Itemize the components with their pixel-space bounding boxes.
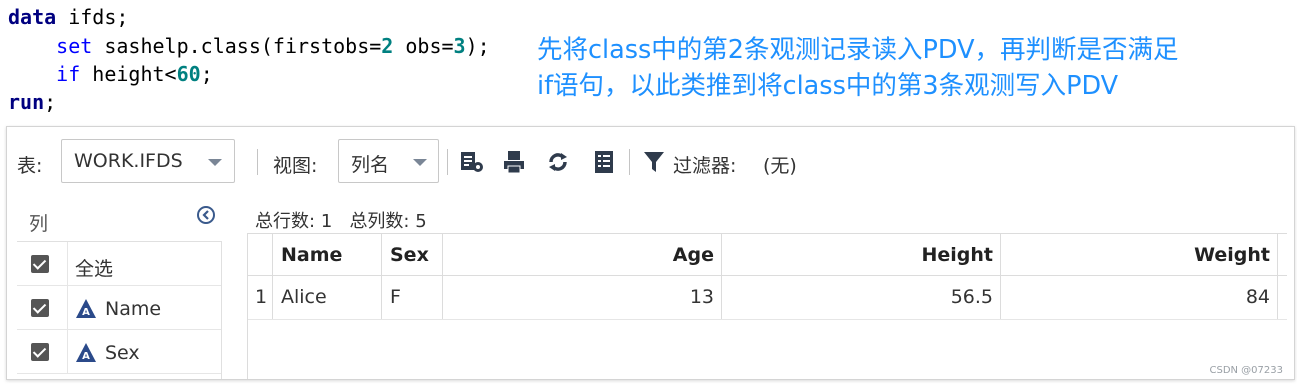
cell-value: 84 bbox=[1245, 286, 1270, 308]
column-list: 全选 A Name A Sex bbox=[17, 241, 222, 374]
filter-icon[interactable] bbox=[643, 149, 665, 175]
table-label: 表: bbox=[17, 155, 43, 177]
column-checkbox[interactable] bbox=[31, 343, 49, 361]
code-text: ; bbox=[200, 62, 213, 86]
cell-value: 13 bbox=[689, 286, 714, 308]
columns-panel-title: 列 bbox=[29, 213, 49, 235]
code-line-2: set sashelp.class(firstobs=2 obs=3); bbox=[8, 34, 490, 58]
row-count: 1 bbox=[320, 211, 333, 232]
row-count-label: 总行数: bbox=[255, 211, 316, 232]
view-label: 视图: bbox=[273, 155, 318, 177]
annotation-line-1: 先将class中的第2条观测记录读入PDV，再判断是否满足 bbox=[537, 35, 1179, 65]
header-label: Sex bbox=[390, 244, 429, 266]
column-item-sex[interactable]: A Sex bbox=[17, 330, 222, 374]
column-header-sex[interactable]: Sex bbox=[382, 234, 443, 275]
header-label: Height bbox=[921, 244, 993, 266]
column-count-label: 总列数: bbox=[349, 211, 410, 232]
cell-height[interactable]: 56.5 bbox=[722, 276, 1001, 319]
column-count: 5 bbox=[415, 211, 427, 232]
refresh-icon[interactable] bbox=[545, 149, 571, 175]
filter-label: 过滤器: bbox=[673, 155, 737, 177]
code-text: obs= bbox=[393, 34, 454, 58]
cell-weight[interactable]: 84 bbox=[1001, 276, 1278, 319]
columns-icon[interactable] bbox=[591, 149, 617, 175]
column-header-age[interactable]: Age bbox=[443, 234, 722, 275]
svg-text:A: A bbox=[82, 351, 90, 362]
filter-value: (无) bbox=[763, 155, 797, 177]
print-icon[interactable] bbox=[501, 149, 527, 175]
code-keyword: set bbox=[56, 34, 93, 58]
code-line-3: if height<60; bbox=[8, 62, 213, 86]
collapse-panel-icon[interactable] bbox=[196, 205, 216, 225]
row-index-value: 1 bbox=[255, 286, 268, 308]
data-grid: Name Sex Age Height Weight 1 Alice F 13 … bbox=[247, 233, 1287, 379]
cell-sex[interactable]: F bbox=[382, 276, 443, 319]
code-number: 60 bbox=[176, 62, 201, 86]
select-all-row[interactable]: 全选 bbox=[17, 242, 222, 286]
column-header-weight[interactable]: Weight bbox=[1001, 234, 1278, 275]
column-label: Sex bbox=[105, 342, 140, 364]
code-line-1: data ifds; bbox=[8, 5, 128, 29]
cell-value: Alice bbox=[281, 286, 327, 308]
code-text: ifds; bbox=[56, 5, 129, 29]
cell-value: 56.5 bbox=[950, 286, 993, 308]
column-header-height[interactable]: Height bbox=[722, 234, 1001, 275]
cell-value: F bbox=[390, 286, 401, 308]
code-text: height< bbox=[80, 62, 177, 86]
table-viewer: 表: WORK.IFDS 视图: 列名 过滤器: (无) 列 全选 A Name… bbox=[6, 126, 1295, 380]
table-select-value: WORK.IFDS bbox=[74, 150, 183, 172]
properties-icon[interactable] bbox=[459, 149, 485, 175]
chevron-down-icon bbox=[208, 159, 222, 166]
code-keyword: if bbox=[56, 62, 81, 86]
character-column-icon: A bbox=[76, 343, 96, 362]
chevron-down-icon bbox=[413, 159, 427, 166]
toolbar-divider bbox=[257, 149, 258, 175]
code-text: ); bbox=[465, 34, 490, 58]
toolbar-divider bbox=[447, 149, 448, 175]
columns-panel-border bbox=[221, 241, 222, 379]
column-divider bbox=[67, 330, 68, 373]
table-select[interactable]: WORK.IFDS bbox=[61, 139, 235, 183]
header-label: Age bbox=[672, 244, 714, 266]
annotation-note: 先将class中的第2条观测记录读入PDV，再判断是否满足 if语句，以此类推到… bbox=[537, 32, 1297, 104]
row-index: 1 bbox=[248, 276, 273, 319]
watermark: CSDN @07233 bbox=[1209, 365, 1283, 376]
viewer-toolbar: 表: WORK.IFDS 视图: 列名 过滤器: (无) bbox=[7, 127, 1294, 193]
code-number: 2 bbox=[381, 34, 394, 58]
column-divider bbox=[67, 242, 68, 285]
column-label: Name bbox=[105, 298, 162, 320]
code-editor[interactable]: data ifds; set sashelp.class(firstobs=2 … bbox=[0, 0, 540, 120]
column-header-name[interactable]: Name bbox=[273, 234, 382, 275]
toolbar-divider bbox=[629, 149, 630, 175]
code-keyword: data bbox=[8, 5, 57, 29]
code-number: 3 bbox=[453, 34, 466, 58]
code-line-4: run; bbox=[8, 90, 56, 114]
column-checkbox[interactable] bbox=[31, 299, 49, 317]
svg-text:A: A bbox=[82, 307, 90, 318]
select-all-label: 全选 bbox=[75, 258, 114, 280]
grid-header-row: Name Sex Age Height Weight bbox=[248, 234, 1287, 276]
view-select-value: 列名 bbox=[351, 154, 390, 176]
table-summary: 总行数: 1 总列数: 5 bbox=[255, 207, 427, 233]
code-keyword: run bbox=[8, 90, 45, 114]
code-text: sashelp.class(firstobs= bbox=[92, 34, 382, 58]
character-column-icon: A bbox=[76, 299, 96, 318]
code-text: ; bbox=[44, 90, 57, 114]
select-all-checkbox[interactable] bbox=[31, 255, 49, 273]
cell-name[interactable]: Alice bbox=[273, 276, 382, 319]
table-row[interactable]: 1 Alice F 13 56.5 84 bbox=[248, 276, 1287, 320]
annotation-line-2: if语句，以此类推到将class中的第3条观测写入PDV bbox=[537, 71, 1119, 101]
row-index-header bbox=[248, 234, 273, 275]
header-label: Name bbox=[281, 244, 343, 266]
column-item-name[interactable]: A Name bbox=[17, 286, 222, 330]
header-label: Weight bbox=[1194, 244, 1270, 266]
view-select[interactable]: 列名 bbox=[338, 139, 439, 183]
column-divider bbox=[67, 286, 68, 329]
cell-age[interactable]: 13 bbox=[443, 276, 722, 319]
